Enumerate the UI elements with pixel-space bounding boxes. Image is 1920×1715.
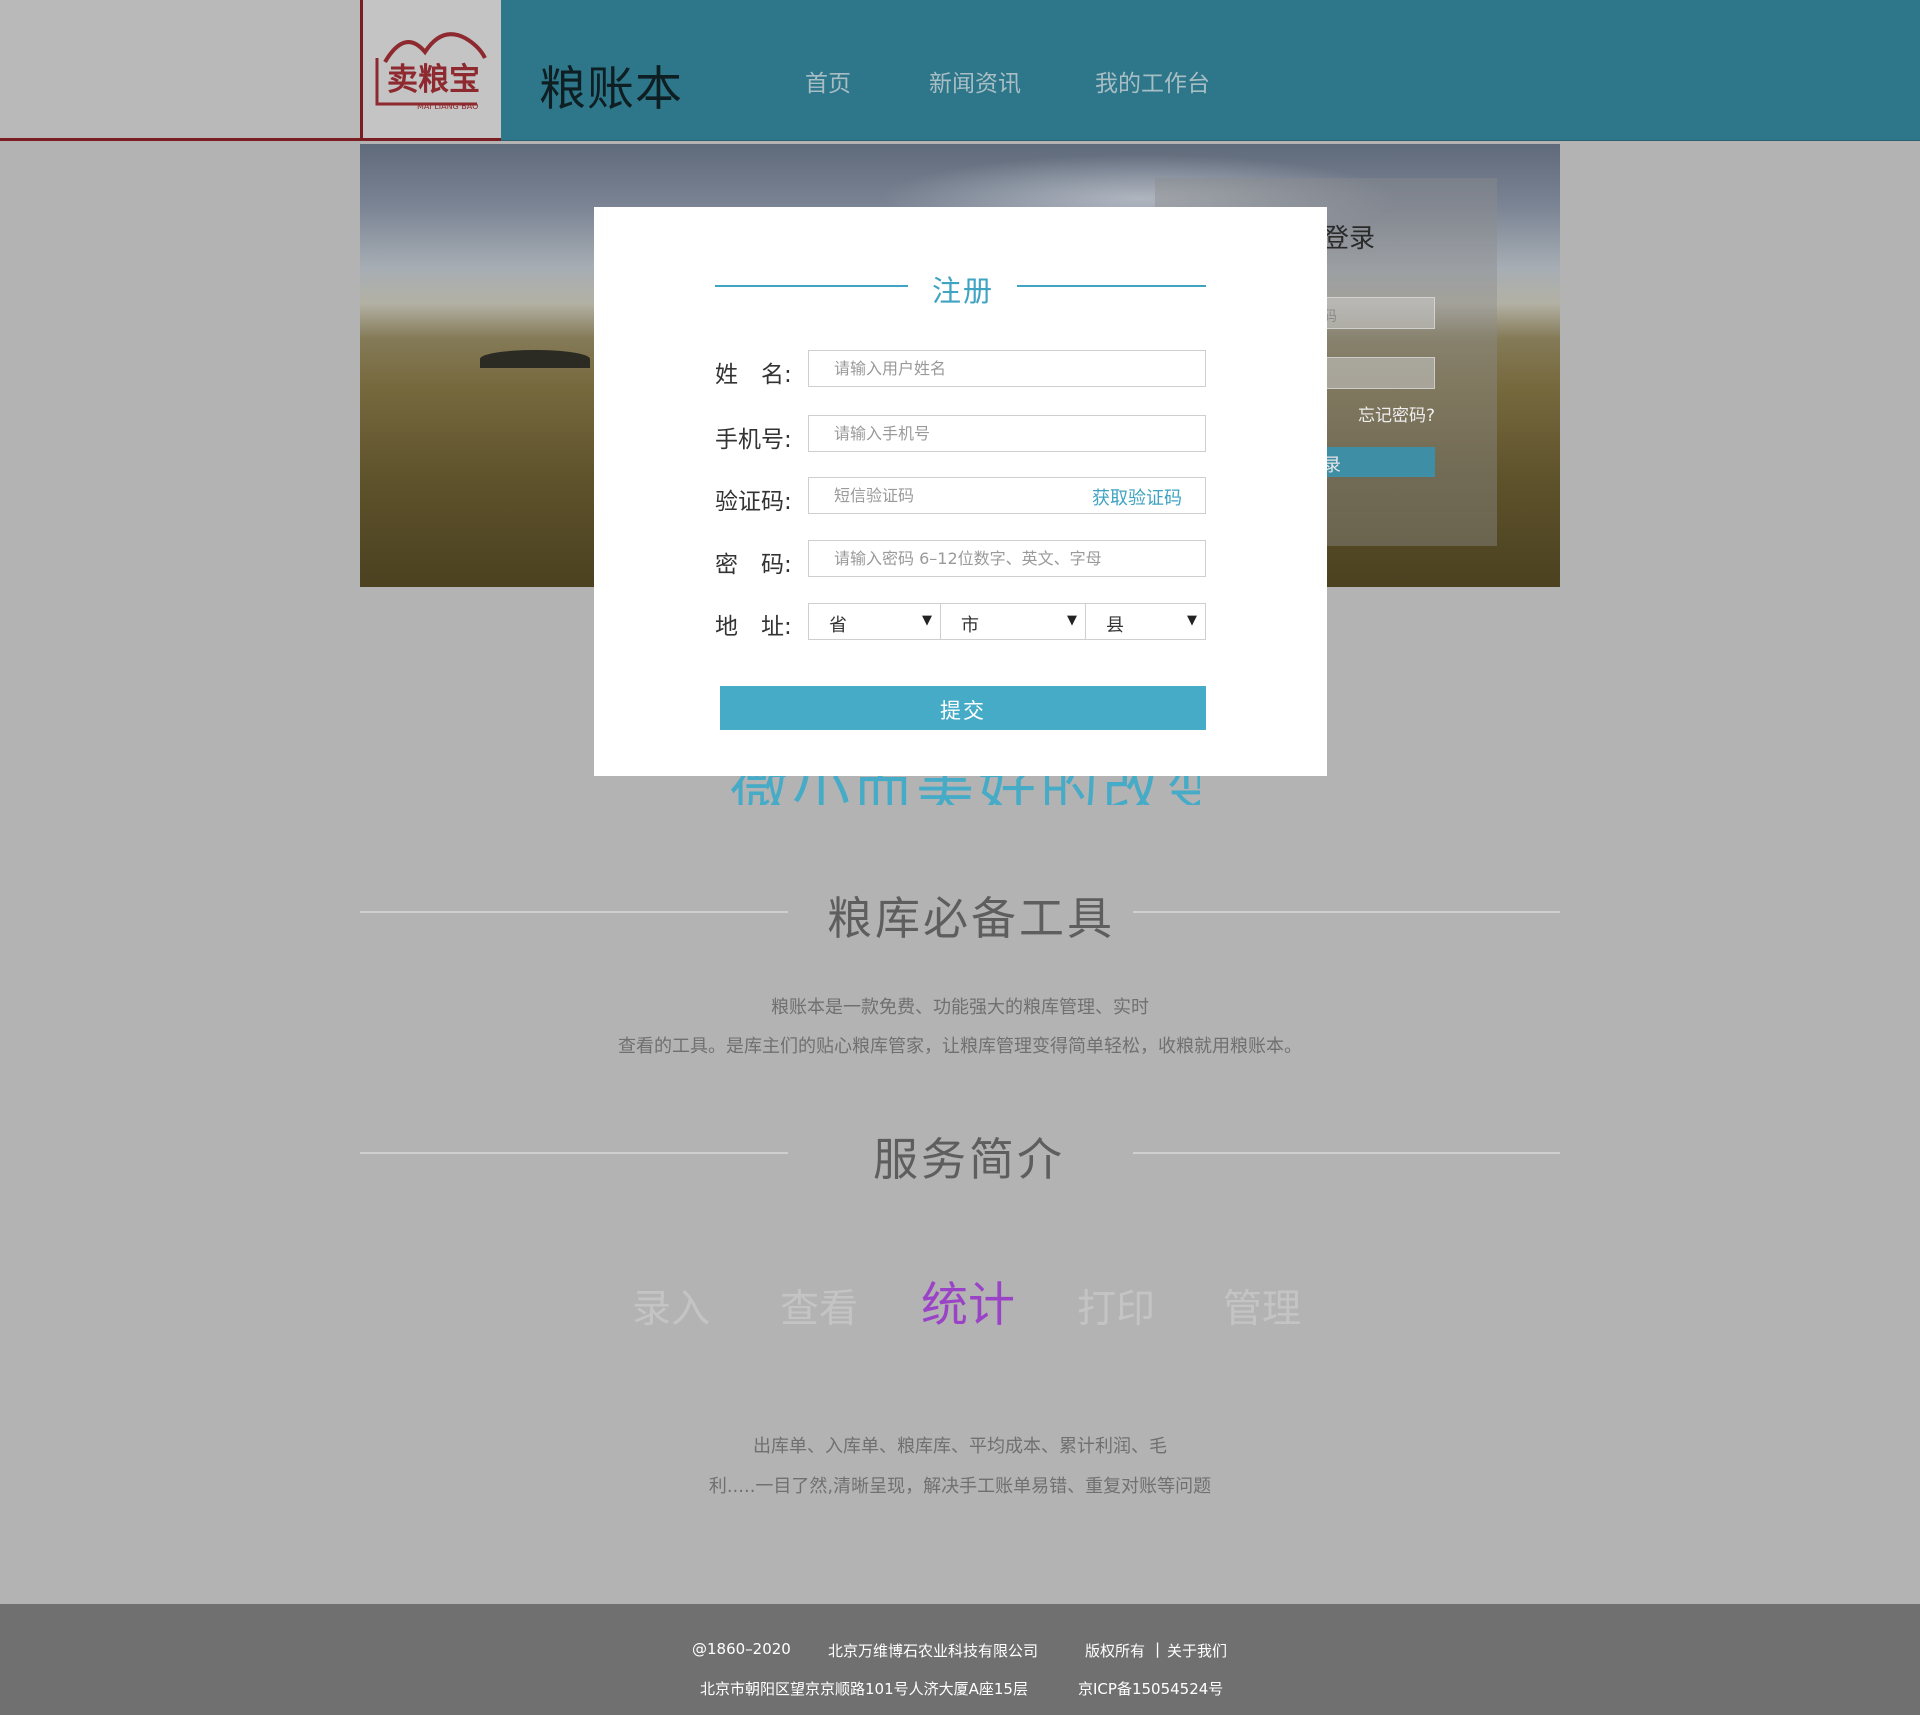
section1-text-line2: 查看的工具。是库主们的贴心粮库管家，让粮库管理变得简单轻松，收粮就用粮账本。 [618, 1036, 1302, 1057]
footer-separator: | [1155, 1640, 1161, 1658]
logo-subtitle: MAI LIANG BAO [417, 102, 478, 111]
section1-line-left [360, 911, 788, 913]
password-input[interactable] [808, 540, 1206, 577]
province-value: 省 [829, 615, 847, 636]
modal-title-line-left [715, 285, 908, 287]
phone-label: 手机号: [715, 427, 792, 453]
submit-button[interactable]: 提交 [720, 686, 1206, 730]
phone-input[interactable] [808, 415, 1206, 452]
logo[interactable]: 卖粮宝 MAI LIANG BAO [360, 0, 501, 141]
nav-workbench[interactable]: 我的工作台 [1095, 64, 1210, 98]
modal-title: 注册 [932, 274, 995, 308]
service-tab-manage[interactable]: 管理 [1223, 1278, 1301, 1334]
code-label: 验证码: [715, 489, 792, 515]
get-code-button[interactable]: 获取验证码 [1092, 484, 1182, 510]
city-select[interactable]: 市 ▼ [940, 603, 1086, 640]
footer-about-link[interactable]: 关于我们 [1167, 1640, 1227, 1661]
province-select[interactable]: 省 ▼ [808, 603, 941, 640]
chevron-down-icon: ▼ [1187, 613, 1197, 628]
modal-title-line-right [1017, 285, 1206, 287]
county-select[interactable]: 县 ▼ [1085, 603, 1206, 640]
footer-icp: 京ICP备15054524号 [1078, 1680, 1224, 1698]
section2-text-line1: 出库单、入库单、粮库库、平均成本、累计利润、毛 [753, 1436, 1167, 1457]
section2-title: 服务简介 [873, 1133, 1066, 1186]
chevron-down-icon: ▼ [1067, 613, 1077, 628]
footer-address: 北京市朝阳区望京京顺路101号人济大厦A座15层 [700, 1680, 1028, 1698]
footer-rights: 版权所有 [1085, 1642, 1146, 1660]
section2-line-left [360, 1152, 788, 1154]
section2-text-line2: 利.....一目了然,清晰呈现，解决手工账单易错、重复对账等问题 [708, 1476, 1212, 1497]
service-tab-print[interactable]: 打印 [1077, 1278, 1155, 1334]
nav-home[interactable]: 首页 [805, 64, 851, 98]
county-value: 县 [1106, 615, 1124, 636]
forgot-password-link[interactable]: 忘记密码? [1358, 401, 1435, 426]
service-tab-stats[interactable]: 统计 [921, 1266, 1015, 1335]
footer-company: 北京万维博石农业科技有限公司 [828, 1642, 1039, 1660]
chevron-down-icon: ▼ [922, 613, 932, 628]
section2-line-right [1133, 1152, 1560, 1154]
city-value: 市 [961, 615, 979, 636]
site-title: 粮账本 [539, 62, 683, 117]
address-label: 地 址: [715, 614, 792, 640]
name-label: 姓 名: [715, 362, 792, 388]
login-title: 登录 [1323, 224, 1376, 254]
name-input[interactable] [808, 350, 1206, 387]
logo-mountain-icon: 卖粮宝 MAI LIANG BAO [375, 32, 487, 111]
section1-line-right [1133, 911, 1560, 913]
service-tab-view[interactable]: 查看 [780, 1278, 858, 1334]
submit-button-label: 提交 [940, 700, 986, 723]
header-left-band [0, 0, 360, 141]
logo-name: 卖粮宝 [387, 62, 480, 98]
header-bar [501, 0, 1920, 141]
section1-title: 粮库必备工具 [827, 892, 1116, 945]
section1-text-line1: 粮账本是一款免费、功能强大的粮库管理、实时 [771, 997, 1149, 1018]
footer-copyright: @1860–2020 [692, 1640, 791, 1658]
password-label: 密 码: [715, 552, 792, 578]
service-tab-input[interactable]: 录入 [632, 1278, 710, 1334]
nav-news[interactable]: 新闻资讯 [929, 64, 1021, 98]
banner-hill [480, 350, 590, 368]
